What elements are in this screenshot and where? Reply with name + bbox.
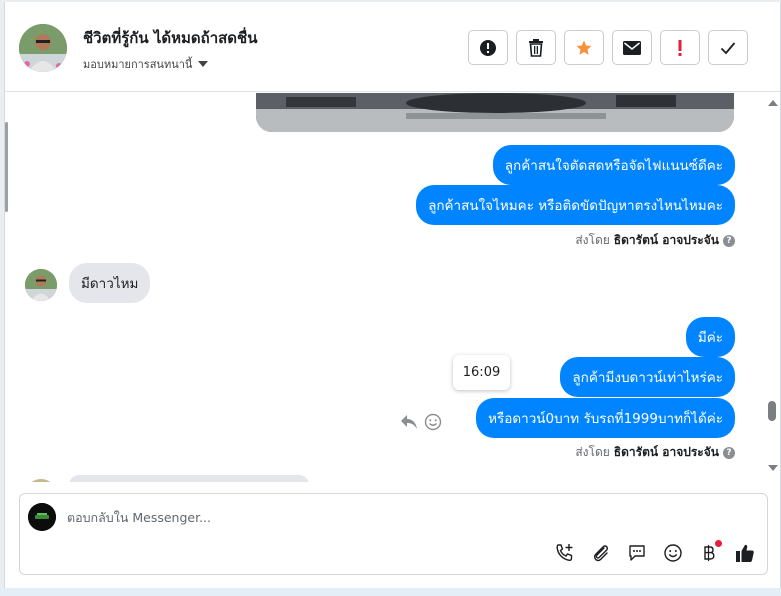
outgoing-message[interactable]: มีค่ะ — [685, 317, 735, 357]
call-button[interactable] — [554, 542, 576, 564]
sent-by-label: ส่งโดย ธิดารัตน์ อาจประจัน ? — [575, 231, 735, 250]
saved-replies-button[interactable] — [626, 542, 648, 564]
mark-spam-button[interactable] — [468, 30, 508, 65]
composer-tools — [554, 540, 756, 564]
baht-icon — [704, 545, 715, 561]
mark-unread-button[interactable] — [612, 30, 652, 65]
sent-by-label: ส่งโดย ธิดารัตน์ อาจประจัน ? — [575, 443, 735, 462]
shared-photo[interactable] — [256, 93, 734, 132]
question-circle-icon[interactable]: ? — [723, 446, 735, 459]
caret-down-icon — [198, 61, 209, 67]
sender-name: ธิดารัตน์ อาจประจัน — [613, 233, 719, 247]
conversation-header: ชีวิตที่รู้กัน ได้หมดถ้าสดชื่น มอบหมายกา… — [5, 2, 780, 92]
scroll-down-arrow-icon[interactable] — [768, 465, 778, 471]
check-icon — [720, 41, 736, 54]
reply-icon[interactable] — [400, 414, 418, 430]
mark-done-button[interactable] — [708, 30, 748, 65]
delete-button[interactable] — [516, 30, 556, 65]
contact-name: ชีวิตที่รู้กัน ได้หมดถ้าสดชื่น — [83, 29, 258, 47]
star-button[interactable] — [564, 30, 604, 65]
smiley-icon — [664, 544, 682, 562]
attach-button[interactable] — [590, 542, 612, 564]
react-smiley-icon[interactable] — [424, 413, 442, 431]
contact-avatar[interactable] — [19, 24, 67, 72]
scrollbar-thumb[interactable] — [768, 401, 776, 421]
header-actions — [468, 30, 748, 65]
contact-avatar-small[interactable] — [25, 269, 57, 301]
outgoing-message[interactable]: ลูกค้าสนใจไหมคะ หรือติดขัดปัญหาตรงไหนไหม… — [416, 185, 735, 225]
outgoing-message[interactable]: ลูกค้ามีงบดาวน์เท่าไหร่คะ — [560, 357, 735, 397]
emoji-button[interactable] — [662, 542, 684, 564]
chat-bubble-icon — [629, 545, 645, 561]
trash-icon — [529, 38, 543, 57]
envelope-icon — [623, 40, 641, 55]
like-button[interactable] — [734, 542, 756, 564]
reply-composer — [19, 493, 768, 575]
scroll-up-arrow-icon[interactable] — [768, 100, 778, 106]
star-icon — [576, 40, 592, 55]
payment-button[interactable] — [698, 540, 722, 564]
assign-label: มอบหมายการสนทนานี้ — [83, 58, 193, 71]
message-scrollbar[interactable] — [765, 93, 779, 482]
outgoing-message[interactable]: ลูกค้าสนใจตัดสดหรือจัดไฟแนนซ์ดีคะ — [492, 145, 735, 185]
timestamp-tooltip: 16:09 — [453, 355, 510, 390]
page-bottom-strip — [0, 588, 781, 596]
conversation-panel: ชีวิตที่รู้กัน ได้หมดถ้าสดชื่น มอบหมายกา… — [4, 2, 781, 588]
contact-avatar-small[interactable] — [25, 479, 57, 482]
incoming-message[interactable]: มีดาวไหม — [69, 263, 151, 303]
message-list[interactable]: ลูกค้าสนใจตัดสดหรือจัดไฟแนนซ์ดีคะ ลูกค้า… — [5, 93, 780, 482]
alert-circle-icon — [480, 39, 496, 56]
sent-by-prefix: ส่งโดย — [575, 233, 610, 247]
notification-dot — [715, 540, 722, 547]
sent-by-prefix: ส่งโดย — [575, 445, 610, 459]
question-circle-icon[interactable]: ? — [723, 234, 735, 247]
paperclip-icon — [594, 545, 608, 562]
outgoing-message[interactable]: หรือดาวน์0บาท รับรถที่1999บาทก็ได้ค่ะ — [476, 398, 735, 438]
exclamation-icon — [678, 39, 682, 56]
message-hover-tools — [400, 413, 442, 431]
phone-plus-icon — [556, 544, 573, 562]
assign-conversation-dropdown[interactable]: มอบหมายการสนทนานี้ — [83, 55, 209, 73]
incoming-message[interactable] — [69, 475, 309, 482]
page-avatar — [28, 503, 56, 531]
thumbs-up-icon — [736, 544, 754, 562]
mark-follow-up-button[interactable] — [660, 30, 700, 65]
reply-input[interactable] — [67, 510, 567, 525]
sender-name: ธิดารัตน์ อาจประจัน — [613, 445, 719, 459]
